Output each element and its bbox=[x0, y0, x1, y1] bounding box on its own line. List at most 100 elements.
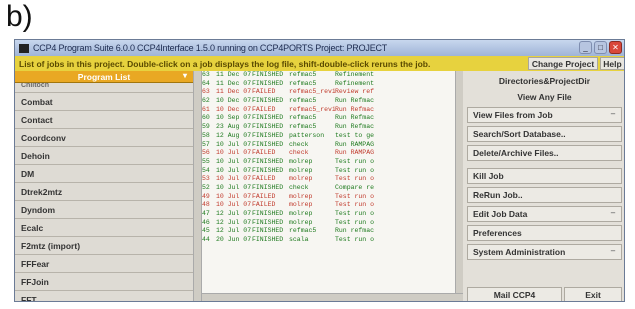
job-row[interactable]: 48 10 Jul 07 FAILED molrep Test run o bbox=[202, 201, 455, 210]
job-description: Refinement bbox=[335, 71, 375, 78]
job-task: check bbox=[289, 140, 309, 148]
info-bar: List of jobs in this project. Double-cli… bbox=[15, 56, 624, 71]
system-administration-button[interactable]: System Administration ⎯ bbox=[467, 244, 622, 260]
job-list-horizontal-scrollbar[interactable] bbox=[202, 293, 463, 301]
job-list-vertical-scrollbar[interactable] bbox=[455, 71, 463, 293]
job-row[interactable]: 56 10 Jul 07 FAILED check Run RAMPAG bbox=[202, 149, 455, 158]
rerun-job-button[interactable]: ReRun Job.. bbox=[467, 187, 622, 203]
job-date: 10 Jul 07 bbox=[216, 183, 252, 191]
close-button[interactable]: ✕ bbox=[609, 41, 622, 54]
change-project-button[interactable]: Change Project bbox=[528, 57, 598, 70]
program-list-item[interactable]: DM bbox=[15, 165, 193, 183]
help-button[interactable]: Help bbox=[600, 57, 624, 70]
title-bar[interactable]: CCP4 Program Suite 6.0.0 CCP4Interface 1… bbox=[15, 40, 624, 56]
job-status: FINISHED bbox=[252, 210, 284, 217]
job-row[interactable]: 52 10 Jul 07 FINISHED check Compare re bbox=[202, 184, 455, 193]
program-list-item[interactable]: FFT bbox=[15, 291, 193, 301]
job-row[interactable]: 64 11 Dec 07 FINISHED refmac5 Refinement bbox=[202, 80, 455, 89]
directories-button[interactable]: Directories&ProjectDir bbox=[467, 76, 622, 86]
system-administration-label: System Administration bbox=[473, 247, 566, 257]
delete-archive-files-button[interactable]: Delete/Archive Files.. bbox=[467, 145, 622, 161]
job-row[interactable]: 49 10 Jul 07 FAILED molrep Test run o bbox=[202, 193, 455, 202]
job-row[interactable]: 60 10 Sep 07 FINISHED refmac5 Run Refmac bbox=[202, 114, 455, 123]
mail-ccp4-button[interactable]: Mail CCP4 bbox=[467, 287, 562, 301]
job-description: Run Refmac bbox=[335, 105, 375, 113]
program-list-item[interactable]: Coordconv bbox=[15, 129, 193, 147]
program-list-title: Program List bbox=[77, 71, 131, 82]
program-list-item[interactable]: Dehoin bbox=[15, 147, 193, 165]
job-id: 62 bbox=[202, 97, 210, 105]
program-list-item[interactable]: Dtrek2mtz bbox=[15, 183, 193, 201]
job-status: FINISHED bbox=[252, 79, 284, 87]
job-date: 10 Jul 07 bbox=[216, 149, 252, 157]
job-description: Run RAMPAG bbox=[335, 149, 375, 157]
job-task: refmac5_review bbox=[289, 105, 335, 113]
preferences-button[interactable]: Preferences bbox=[467, 225, 622, 241]
job-description: Compare re bbox=[335, 183, 375, 191]
job-row[interactable]: 54 10 Jul 07 FINISHED molrep Test run o bbox=[202, 167, 455, 176]
minimize-button[interactable]: _ bbox=[579, 41, 592, 54]
exit-button[interactable]: Exit bbox=[564, 287, 622, 301]
job-row[interactable]: 62 10 Dec 07 FINISHED refmac5 Run Refmac bbox=[202, 97, 455, 106]
program-list-item[interactable]: Contact bbox=[15, 111, 193, 129]
job-row[interactable]: 47 12 Jul 07 FINISHED molrep Test run o bbox=[202, 210, 455, 219]
program-list-header[interactable]: Program List ▾ bbox=[15, 71, 193, 83]
program-list-item[interactable]: FFFear bbox=[15, 255, 193, 273]
job-row[interactable]: 58 12 Aug 07 FINISHED patterson test to ge bbox=[202, 132, 455, 141]
program-list-item[interactable]: Chiltoch bbox=[15, 83, 193, 93]
job-date: 10 Dec 07 bbox=[216, 105, 252, 113]
job-id: 63 bbox=[202, 71, 210, 78]
program-list-item[interactable]: FFJoin bbox=[15, 273, 193, 291]
job-id: 57 bbox=[202, 140, 210, 148]
job-date: 23 Aug 07 bbox=[216, 123, 252, 131]
job-task: molrep bbox=[289, 218, 313, 226]
job-row[interactable]: 59 23 Aug 07 FINISHED refmac5 Run Refmac bbox=[202, 123, 455, 132]
job-date: 12 Aug 07 bbox=[216, 131, 252, 139]
search-sort-database-button[interactable]: Search/Sort Database.. bbox=[467, 126, 622, 142]
program-list-item[interactable]: Ecalc bbox=[15, 219, 193, 237]
job-date: 10 Jul 07 bbox=[216, 175, 252, 183]
job-row[interactable]: 45 12 Jul 07 FINISHED refmac5 Run refmac bbox=[202, 227, 455, 236]
window-controls: _ □ ✕ bbox=[579, 41, 622, 54]
job-row[interactable]: 53 10 Jul 07 FAILED molrep Test run o bbox=[202, 175, 455, 184]
maximize-button[interactable]: □ bbox=[594, 41, 607, 54]
job-row[interactable]: 63 11 Dec 07 FINISHED refmac5 Refinement bbox=[202, 71, 455, 80]
program-list-scrollbar[interactable] bbox=[193, 71, 202, 301]
job-task: refmac5 bbox=[289, 114, 317, 122]
job-id: 48 bbox=[202, 201, 210, 209]
job-task: refmac5 bbox=[289, 123, 317, 131]
actions-panel: Directories&ProjectDir View Any File Vie… bbox=[463, 71, 624, 301]
info-message: List of jobs in this project. Double-cli… bbox=[19, 58, 431, 69]
job-row[interactable]: 46 12 Jul 07 FINISHED molrep Test run o bbox=[202, 219, 455, 228]
job-date: 11 Dec 07 bbox=[216, 71, 252, 78]
job-description: Test run o bbox=[335, 166, 375, 174]
job-id: 58 bbox=[202, 131, 210, 139]
kill-job-button[interactable]: Kill Job bbox=[467, 168, 622, 184]
program-list-item[interactable]: F2mtz (import) bbox=[15, 237, 193, 255]
job-date: 11 Dec 07 bbox=[216, 88, 252, 96]
chevron-down-icon[interactable]: ▾ bbox=[183, 71, 187, 80]
window-title: CCP4 Program Suite 6.0.0 CCP4Interface 1… bbox=[33, 43, 388, 53]
job-id: 64 bbox=[202, 79, 210, 87]
job-task: molrep bbox=[289, 175, 313, 183]
view-any-file-button[interactable]: View Any File bbox=[467, 92, 622, 102]
job-description: Review ref bbox=[335, 88, 375, 96]
job-id: 63 bbox=[202, 88, 210, 96]
dropdown-arrow-icon: ⎯ bbox=[611, 246, 615, 255]
job-date: 10 Sep 07 bbox=[216, 114, 252, 122]
job-row[interactable]: 44 20 Jun 07 FINISHED scala Test run o bbox=[202, 236, 455, 245]
program-list-item[interactable]: Combat bbox=[15, 93, 193, 111]
job-description: Run refmac bbox=[335, 227, 375, 235]
job-date: 10 Jul 07 bbox=[216, 201, 252, 209]
job-row[interactable]: 57 10 Jul 07 FINISHED check Run RAMPAG bbox=[202, 141, 455, 150]
program-list-item[interactable]: Dyndom bbox=[15, 201, 193, 219]
job-id: 44 bbox=[202, 236, 210, 244]
job-status: FINISHED bbox=[252, 131, 284, 139]
job-row[interactable]: 63 11 Dec 07FAILED refmac5_reviewReview re… bbox=[202, 88, 455, 97]
edit-job-data-button[interactable]: Edit Job Data ⎯ bbox=[467, 206, 622, 222]
job-row[interactable]: 55 10 Jul 07 FINISHED molrep Test run o bbox=[202, 158, 455, 167]
view-files-from-job-button[interactable]: View Files from Job ⎯ bbox=[467, 107, 622, 123]
job-row[interactable]: 61 10 Dec 07FAILED refmac5_reviewRun Refma… bbox=[202, 106, 455, 115]
job-status: FINISHED bbox=[252, 97, 284, 105]
job-task: molrep bbox=[289, 192, 313, 200]
